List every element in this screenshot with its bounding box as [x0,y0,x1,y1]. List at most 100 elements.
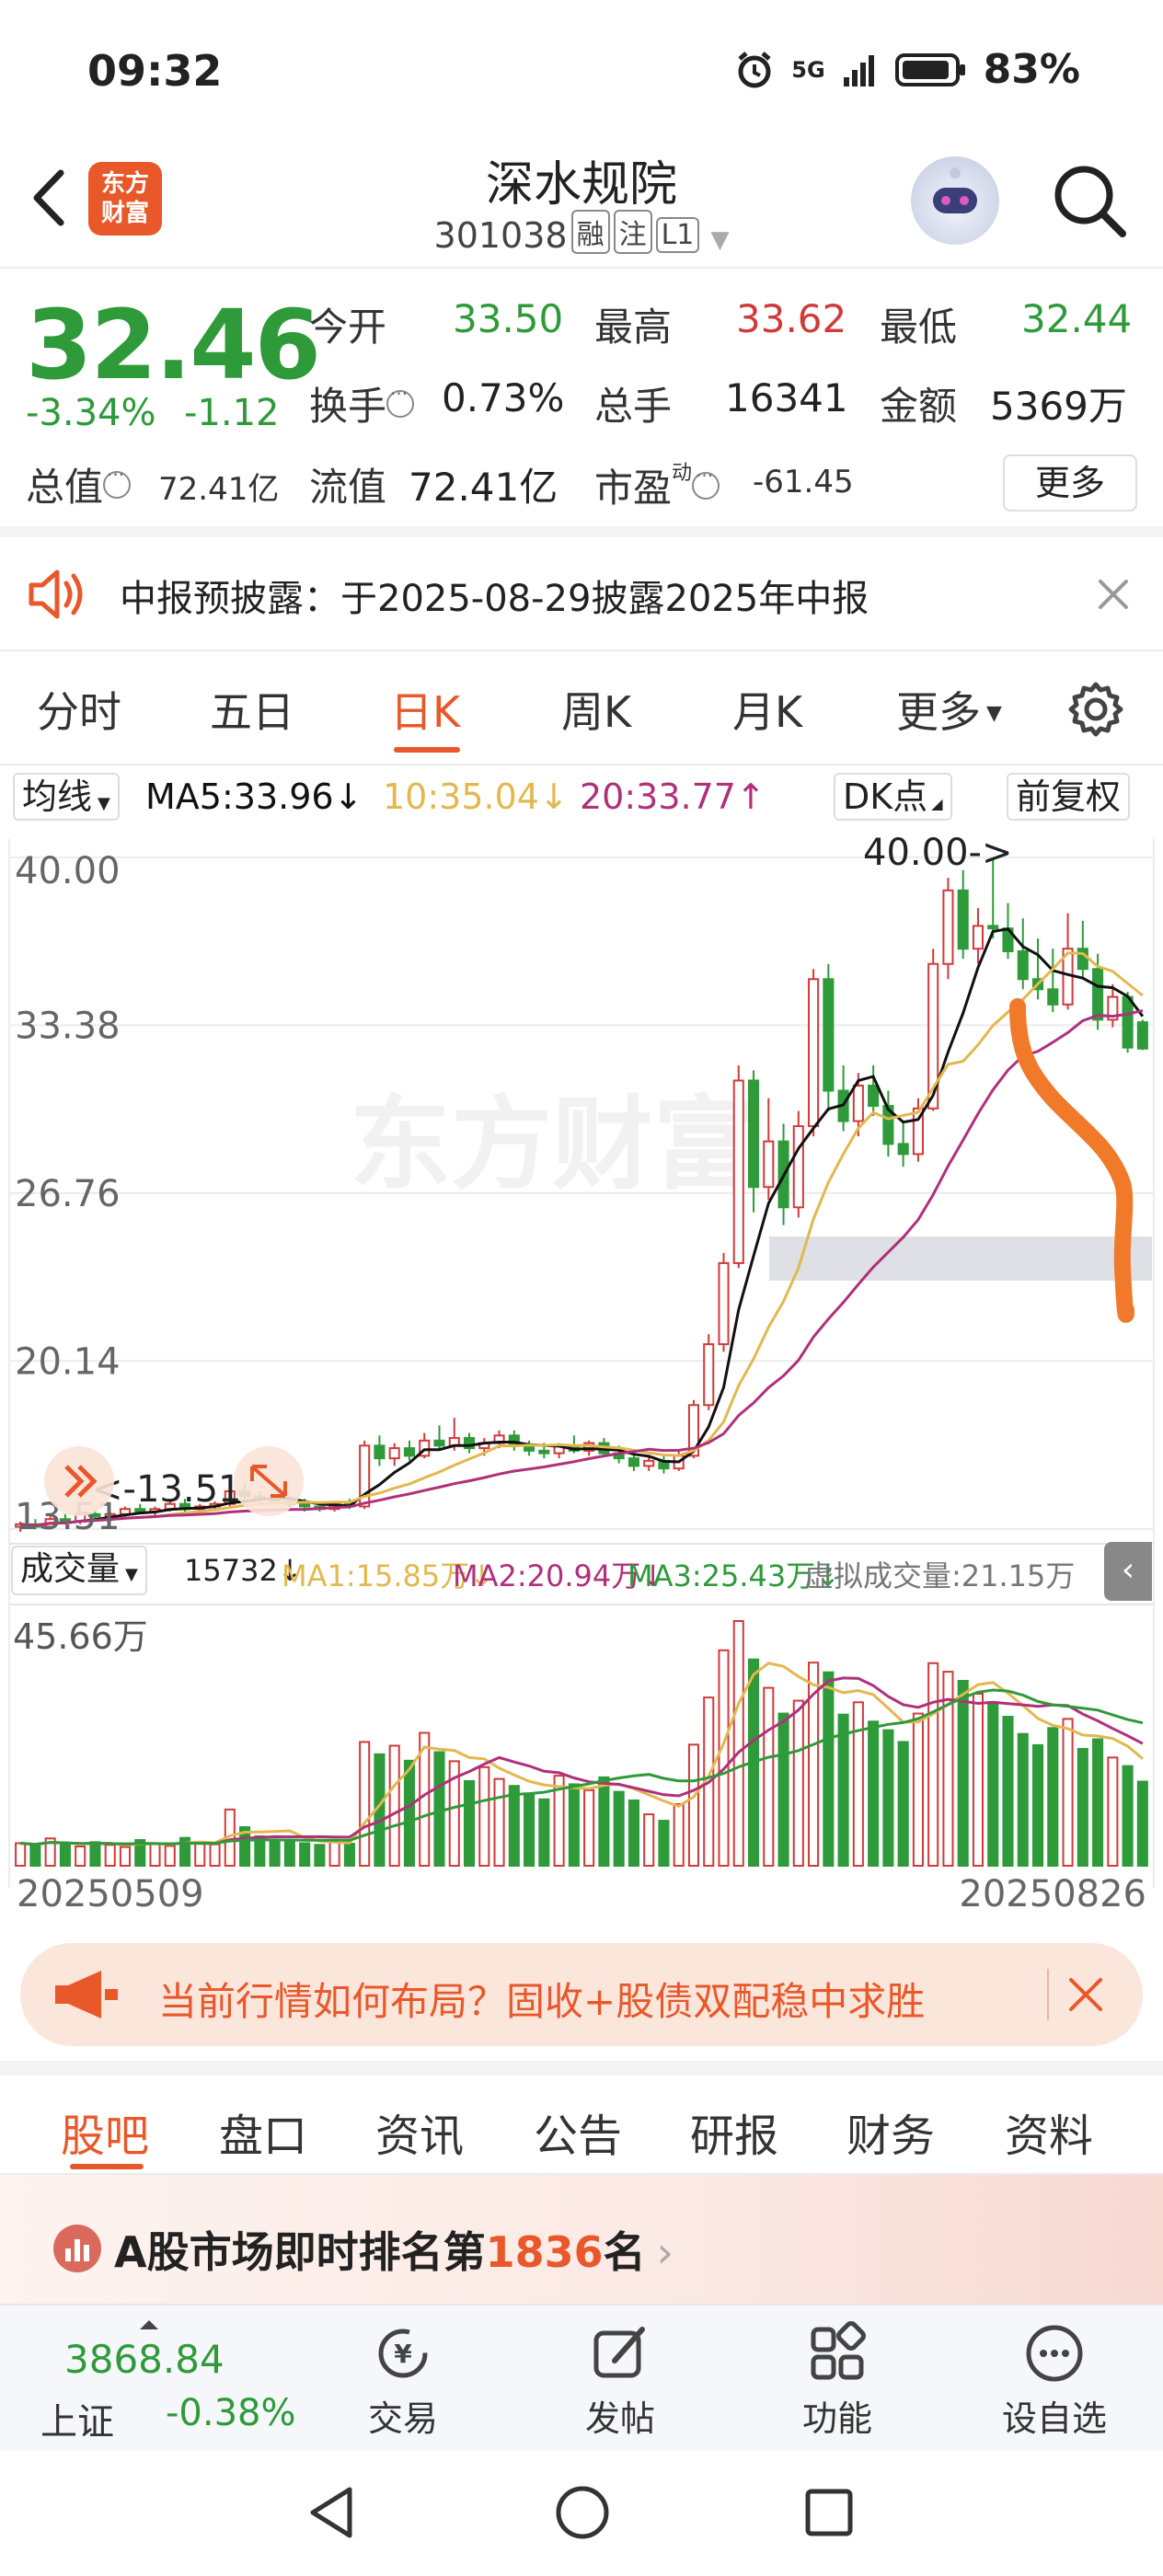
candle [1122,995,1134,1049]
volume-bar [568,1783,580,1867]
volume-bar [658,1820,670,1867]
tab-announcements[interactable]: 公告 [534,2099,622,2164]
tab-intraday[interactable]: 分时 [37,679,121,740]
active-tab-indicator [394,747,460,753]
notice-bar[interactable]: 中报预披露：于2025-08-29披露2025年中报 [0,537,1163,651]
edit-icon [593,2327,645,2378]
signal-icon [843,54,874,86]
active-tab-indicator [70,2164,144,2169]
assistant-robot-icon[interactable] [911,156,999,245]
collapse-chart-button[interactable] [44,1446,114,1516]
expand-chart-button[interactable] [234,1446,304,1516]
candle [897,1143,909,1156]
volume-bar [538,1798,550,1867]
volume-indicator-selector[interactable]: 成交量 ▼ [11,1546,147,1595]
tab-research[interactable]: 研报 [690,2099,778,2164]
max-price-annotation: 40.00-> [863,832,1012,874]
volume-bar [687,1743,700,1867]
adjust-mode-button[interactable]: 前复权 [1007,773,1131,821]
volume-bar [673,1803,685,1867]
last-price: 32.46 [26,289,321,401]
quote-panel: 32.46 -3.34% -1.12 今开 33.50 最高 33.62 最低 … [0,270,1163,537]
notice-text: 中报预披露：于2025-08-29披露2025年中报 [120,578,869,620]
dk-point-button[interactable]: DK点 ◢ [834,773,952,821]
volume-bar [359,1741,371,1867]
turnover-label[interactable]: 换手 [309,375,415,431]
total-cap-label[interactable]: 总值 [26,456,132,512]
volume-bar [89,1841,101,1868]
info-icon [386,383,415,418]
settings-gear-icon[interactable] [1065,679,1126,740]
volume-bar [823,1671,835,1867]
tab-more[interactable]: 更多 ▼ [896,679,1002,740]
tab-weekly-k[interactable]: 周K [561,679,631,740]
amount-label: 金额 [880,384,958,429]
ranking-strip[interactable]: A股市场即时排名第1836名 › [0,2175,1163,2304]
volume-value: 16341 [725,375,848,420]
tab-daily-k[interactable]: 日K [390,679,460,740]
battery-level: 83% [983,46,1080,93]
ma-legend-bar: 均线 ▼ MA5:33.96↓ 10:35.04↓ 20:33.77↑ DK点 ◢ … [0,767,1163,830]
index-value: 3868.84 [64,2337,225,2382]
trade-button[interactable]: ¥ 交易 [320,2320,486,2441]
indicator-selector[interactable]: 均线 ▼ [13,773,120,821]
close-icon[interactable] [1095,576,1132,613]
y-tick-label: 20.14 [15,1340,121,1383]
volume-bar [583,1788,595,1867]
svg-text:¥: ¥ [394,2339,412,2369]
candle [643,1459,655,1467]
volume-bar [59,1843,71,1868]
close-icon[interactable] [1065,1974,1106,2015]
volume-bar [718,1649,730,1868]
candle [987,925,999,930]
nav-recents-icon[interactable] [797,2480,861,2545]
candle [747,1079,760,1189]
volume-bar [1092,1738,1104,1867]
tab-news[interactable]: 资讯 [375,2099,464,2164]
volume-bar [524,1792,535,1868]
volume-bar [792,1699,804,1867]
tab-profile[interactable]: 资料 [1005,2099,1093,2164]
candle [703,1343,715,1407]
add-watchlist-button[interactable]: 设自选 [972,2320,1137,2441]
volume-bar [868,1720,880,1868]
candle [763,1140,775,1189]
tab-financials[interactable]: 财务 [846,2099,935,2164]
volume-bar [104,1844,116,1868]
more-quote-button[interactable]: 更多 [1003,454,1137,512]
side-panel-toggle[interactable]: ‹ [1104,1542,1152,1601]
search-icon[interactable] [1045,156,1134,245]
volume-bar [643,1813,655,1868]
ad-banner[interactable]: 当前行情如何布局？固收+股债双配稳中求胜 [20,1943,1143,2046]
volume-bar [882,1729,894,1867]
volume-bar [164,1845,176,1868]
tab-five-day[interactable]: 五日 [210,679,294,740]
candle [538,1449,550,1455]
k-line-chart[interactable]: 东方财富 40.0033.3826.7620.1413.51 40.00-> <… [0,830,1163,1943]
post-button[interactable]: 发帖 [537,2320,703,2441]
volume-legend-bar: 成交量 ▼ 15732↓ MA1:15.85万↓ MA2:20.94万↓ MA3:… [0,1538,1163,1604]
candle [792,1125,804,1209]
volume-bar [957,1680,969,1868]
high-label: 最高 [594,305,673,350]
nav-back-icon[interactable] [300,2480,364,2545]
index-name: 上证 [40,2401,114,2444]
pe-label[interactable]: 市盈动 [594,456,720,513]
volume-bar [1017,1732,1029,1867]
volume-bar [269,1839,281,1867]
network-label: 5G [791,56,825,83]
open-value: 33.50 [453,296,564,341]
price-axis: 40.0033.3826.7620.1413.51 [15,850,121,1538]
tag-level: L1 [655,217,700,253]
tab-monthly-k[interactable]: 月K [732,679,802,740]
volume-bar [15,1842,27,1868]
tab-orderbook[interactable]: 盘口 [219,2099,307,2164]
tab-forum[interactable]: 股吧 [61,2099,149,2164]
dropdown-arrow-icon: ▼ [125,1565,138,1584]
x-start-date: 20250509 [17,1873,204,1915]
pe-dynamic-sup: 动 [672,462,693,485]
nav-home-icon[interactable] [550,2480,615,2545]
x-end-date: 20250826 [959,1873,1146,1915]
volume-label: 总手 [594,384,673,429]
functions-button[interactable]: 功能 [754,2320,920,2441]
